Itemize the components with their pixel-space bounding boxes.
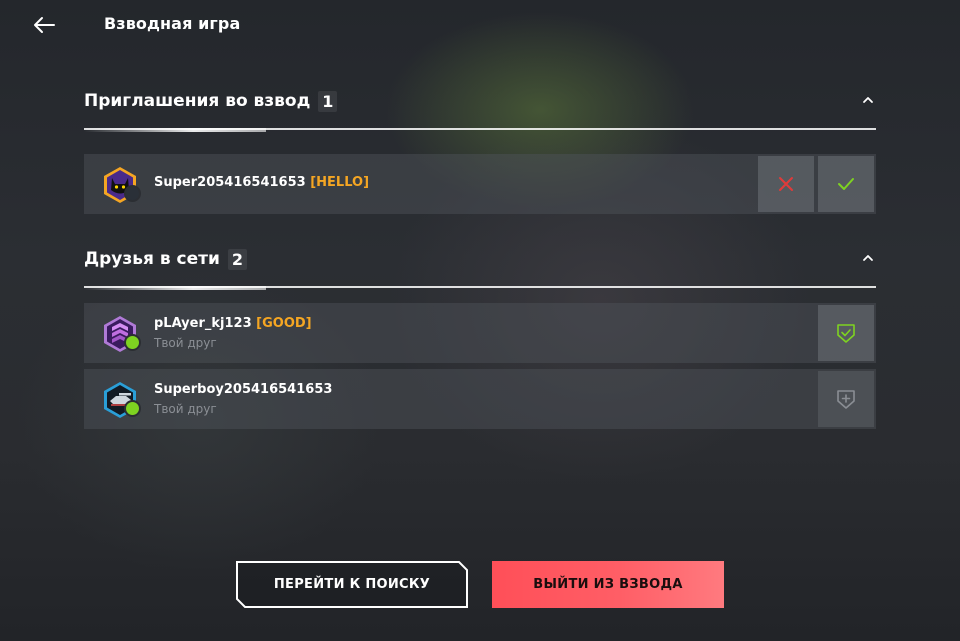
clan-tag: [HELLO] bbox=[310, 175, 370, 190]
friends-collapse-button[interactable] bbox=[860, 250, 876, 266]
friends-divider bbox=[84, 286, 876, 290]
friend-row: Superboy205416541653 Твой друг bbox=[84, 369, 876, 429]
invites-divider bbox=[84, 128, 876, 132]
status-offline-indicator bbox=[124, 185, 141, 202]
chevron-up-icon bbox=[863, 255, 873, 261]
friend-subtitle: Твой друг bbox=[154, 336, 217, 350]
arrow-left-icon bbox=[34, 17, 55, 33]
invite-row: Super205416541653 [HELLO] bbox=[84, 154, 876, 214]
check-icon bbox=[838, 178, 854, 190]
invites-collapse-button[interactable] bbox=[860, 92, 876, 108]
invites-title: Приглашения во взвод bbox=[84, 91, 311, 111]
close-icon bbox=[779, 177, 793, 191]
friends-title: Друзья в сети bbox=[84, 249, 220, 269]
invites-section-header: Приглашения во взвод 1 bbox=[84, 90, 876, 132]
clan-tag: [GOOD] bbox=[256, 316, 312, 331]
invited-friend-button[interactable] bbox=[818, 305, 874, 361]
invite-friend-button[interactable] bbox=[818, 371, 874, 427]
status-online-indicator bbox=[124, 334, 141, 351]
status-online-indicator bbox=[124, 400, 141, 417]
shield-check-icon bbox=[837, 324, 855, 343]
go-to-search-button[interactable]: ПЕРЕЙТИ К ПОИСКУ bbox=[236, 561, 468, 608]
accept-invite-button[interactable] bbox=[818, 156, 874, 212]
chevron-up-icon bbox=[863, 97, 873, 103]
go-to-search-label: ПЕРЕЙТИ К ПОИСКУ bbox=[273, 577, 431, 592]
friend-subtitle: Твой друг bbox=[154, 402, 217, 416]
friends-section-header: Друзья в сети 2 bbox=[84, 248, 876, 290]
leave-platoon-label: ВЫЙТИ ИЗ ВЗВОДА bbox=[533, 577, 683, 592]
decline-invite-button[interactable] bbox=[758, 156, 814, 212]
friend-player-name: Superboy205416541653 bbox=[154, 382, 333, 397]
page-title: Взводная игра bbox=[104, 14, 241, 33]
leave-platoon-button[interactable]: ВЫЙТИ ИЗ ВЗВОДА bbox=[492, 561, 724, 608]
friend-row: pLAyer_kj123 [GOOD] Твой друг bbox=[84, 303, 876, 363]
friends-count-badge: 2 bbox=[227, 248, 247, 270]
friend-player-name: pLAyer_kj123 [GOOD] bbox=[154, 316, 312, 331]
invites-count-badge: 1 bbox=[318, 90, 338, 112]
back-button[interactable] bbox=[30, 12, 58, 38]
shield-plus-icon bbox=[837, 390, 855, 409]
invite-player-name: Super205416541653 [HELLO] bbox=[154, 175, 370, 190]
